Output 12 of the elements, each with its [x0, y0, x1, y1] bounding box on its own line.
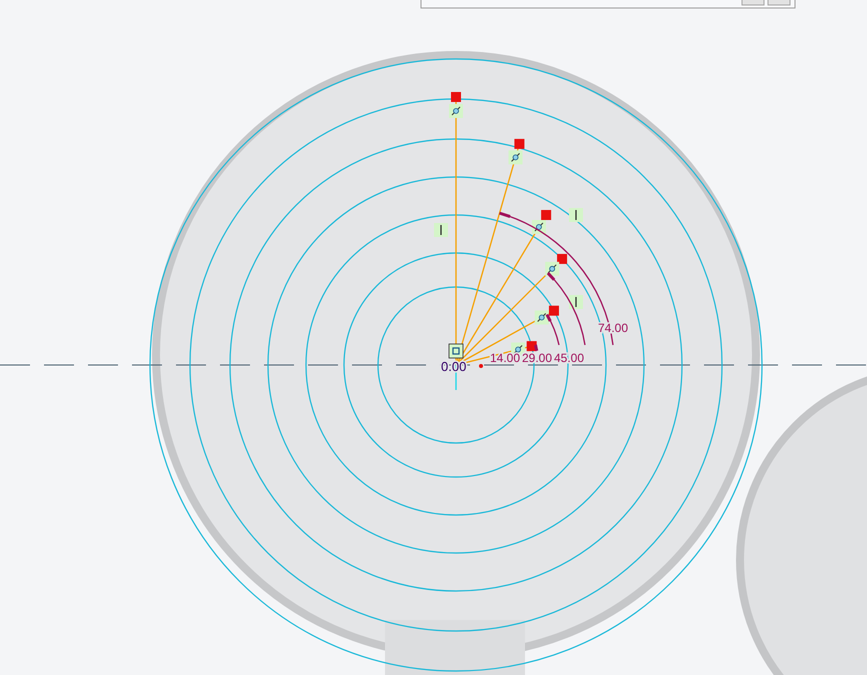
- point-marker-icon: [541, 210, 552, 220]
- point-marker-icon: [479, 364, 483, 368]
- vertical-constraint-icon: [569, 295, 583, 309]
- point-marker-icon: [548, 306, 559, 316]
- origin-icon: [448, 344, 464, 358]
- vertical-constraint-icon: [569, 208, 583, 222]
- constraint-icon: [449, 104, 463, 118]
- point-marker-icon: [451, 92, 461, 102]
- angle-dimension: 14.00: [490, 351, 520, 365]
- constraint-icon: [508, 150, 523, 164]
- vertical-constraint-icon: [434, 223, 448, 237]
- point-marker-icon: [526, 341, 537, 352]
